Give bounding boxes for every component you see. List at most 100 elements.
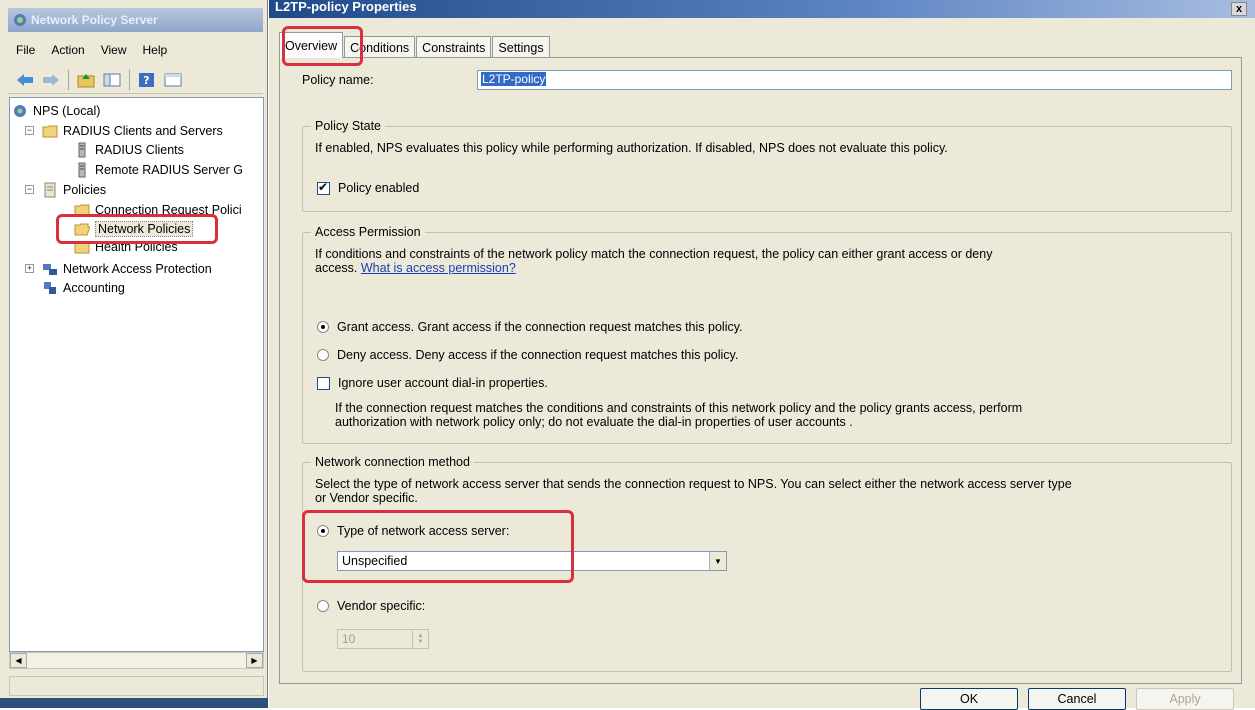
- grant-access-label: Grant access. Grant access if the connec…: [337, 320, 743, 334]
- overview-panel: Policy name: L2TP-policy Policy State If…: [279, 57, 1242, 684]
- menu-help[interactable]: Help: [135, 43, 176, 57]
- accounting-icon: [44, 282, 56, 294]
- deny-access-radio[interactable]: [317, 349, 329, 361]
- spinner-arrows-icon[interactable]: ▲ ▼: [412, 630, 428, 648]
- mmc-title-text: Network Policy Server: [31, 13, 158, 27]
- policy-name-value: L2TP-policy: [481, 72, 547, 86]
- status-bar: [9, 676, 264, 696]
- tree-item-connection-request-policies[interactable]: Connection Request Polici: [74, 201, 242, 219]
- what-is-access-permission-link[interactable]: What is access permission?: [361, 261, 516, 275]
- ignore-dialin-description-1: If the connection request matches the co…: [335, 401, 1023, 415]
- ignore-dialin-label: Ignore user account dial-in properties.: [338, 376, 548, 390]
- policy-name-input[interactable]: L2TP-policy: [477, 70, 1232, 90]
- ok-button[interactable]: OK: [920, 688, 1018, 710]
- nas-type-dropdown[interactable]: Unspecified ▼: [337, 551, 727, 571]
- tree-item-remote-radius-server-groups[interactable]: Remote RADIUS Server G: [74, 161, 243, 179]
- cancel-button[interactable]: Cancel: [1028, 688, 1126, 710]
- tree-item-accounting[interactable]: Accounting: [42, 279, 125, 297]
- toolbar-separator: [129, 69, 130, 90]
- network-connection-method-group: Network connection method Select the typ…: [302, 455, 1232, 672]
- server-icon: [78, 162, 86, 178]
- vendor-specific-radio[interactable]: [317, 600, 329, 612]
- tab-overview[interactable]: Overview: [279, 32, 344, 58]
- properties-icon[interactable]: [162, 69, 184, 91]
- access-word: access.: [315, 261, 358, 275]
- grant-access-radio[interactable]: [317, 321, 329, 333]
- tab-settings[interactable]: Settings: [492, 36, 550, 58]
- svg-text:?: ?: [143, 74, 149, 87]
- tree-item-nps-local[interactable]: NPS (Local): [12, 102, 100, 120]
- menu-bar: File Action View Help: [8, 38, 263, 62]
- type-of-nas-label: Type of network access server:: [337, 524, 510, 538]
- tree-item-health-policies[interactable]: Health Policies: [74, 238, 178, 256]
- toolbar: ?: [8, 66, 263, 94]
- deny-access-option[interactable]: Deny access. Deny access if the connecti…: [317, 348, 738, 362]
- console-tree: NPS (Local) − RADIUS Clients and Servers…: [9, 97, 264, 652]
- access-permission-group: Access Permission If conditions and cons…: [302, 225, 1232, 444]
- forward-icon[interactable]: [40, 69, 62, 91]
- tab-conditions[interactable]: Conditions: [344, 36, 416, 58]
- ignore-dialin-option[interactable]: Ignore user account dial-in properties.: [317, 376, 548, 390]
- vendor-specific-option[interactable]: Vendor specific:: [317, 599, 425, 613]
- policies-icon: [44, 182, 56, 198]
- policy-state-group: Policy State If enabled, NPS evaluates t…: [302, 119, 1232, 212]
- menu-view[interactable]: View: [93, 43, 135, 57]
- nas-type-value: Unspecified: [342, 554, 408, 568]
- dialog-title-text: L2TP-policy Properties: [275, 0, 417, 14]
- vendor-specific-spinner[interactable]: 10 ▲ ▼: [337, 629, 429, 649]
- back-icon[interactable]: [14, 69, 36, 91]
- chevron-down-icon[interactable]: ▼: [709, 552, 726, 570]
- toolbar-separator: [68, 69, 69, 90]
- mmc-window: Network Policy Server File Action View H…: [0, 0, 268, 708]
- tree-item-policies[interactable]: Policies: [42, 181, 106, 199]
- open-folder-icon: [74, 223, 90, 236]
- mmc-title-bar: Network Policy Server: [8, 8, 263, 32]
- connection-method-description-2: or Vendor specific.: [315, 491, 418, 505]
- access-permission-description-1: If conditions and constraints of the net…: [315, 247, 993, 261]
- horizontal-scrollbar[interactable]: ◀ ▶: [9, 652, 264, 669]
- dialog-title-bar: L2TP-policy Properties: [269, 0, 1255, 18]
- policy-name-label: Policy name:: [302, 73, 374, 87]
- scroll-left-icon[interactable]: ◀: [10, 653, 27, 668]
- tree-expander-nap[interactable]: +: [25, 264, 34, 273]
- policy-state-legend: Policy State: [311, 119, 386, 133]
- tab-strip: Overview Conditions Constraints Settings: [279, 32, 551, 58]
- tree-item-radius-clients[interactable]: RADIUS Clients: [74, 141, 184, 159]
- tree-label: Remote RADIUS Server G: [95, 163, 243, 177]
- help-icon[interactable]: ?: [136, 69, 158, 91]
- tree-label: Network Policies: [95, 221, 194, 237]
- type-of-nas-radio[interactable]: [317, 525, 329, 537]
- menu-action[interactable]: Action: [43, 43, 92, 57]
- scroll-right-icon[interactable]: ▶: [246, 653, 263, 668]
- taskbar-strip: [0, 698, 268, 708]
- menu-file[interactable]: File: [8, 43, 43, 57]
- folder-icon: [74, 241, 90, 254]
- tree-label: Policies: [63, 183, 107, 197]
- up-folder-icon[interactable]: [75, 69, 97, 91]
- tree-label: RADIUS Clients and Servers: [63, 124, 223, 138]
- ignore-dialin-checkbox[interactable]: [317, 376, 330, 390]
- policy-enabled-checkbox[interactable]: [317, 180, 330, 195]
- grant-access-option[interactable]: Grant access. Grant access if the connec…: [317, 320, 743, 334]
- nps-server-icon: [14, 105, 26, 117]
- tree-item-network-access-protection[interactable]: Network Access Protection: [42, 260, 212, 278]
- connection-method-legend: Network connection method: [311, 455, 474, 469]
- apply-button[interactable]: Apply: [1136, 688, 1234, 710]
- close-icon[interactable]: x: [1231, 2, 1247, 16]
- show-hide-tree-icon[interactable]: [101, 69, 123, 91]
- tree-expander-policies[interactable]: −: [25, 185, 34, 194]
- type-of-nas-option[interactable]: Type of network access server:: [317, 524, 509, 538]
- tree-expander-radius[interactable]: −: [25, 126, 34, 135]
- network-access-protection-icon: [43, 264, 57, 275]
- nps-app-icon: [14, 14, 26, 26]
- tree-item-radius-clients-servers[interactable]: RADIUS Clients and Servers: [42, 122, 223, 140]
- tab-constraints[interactable]: Constraints: [416, 36, 492, 58]
- vendor-specific-value: 10: [342, 632, 356, 646]
- policy-state-description: If enabled, NPS evaluates this policy wh…: [315, 141, 948, 155]
- tree-label: RADIUS Clients: [95, 143, 184, 157]
- tree-item-network-policies[interactable]: Network Policies: [74, 220, 194, 238]
- tree-label: Network Access Protection: [63, 262, 212, 276]
- policy-enabled-option[interactable]: Policy enabled: [317, 180, 419, 195]
- server-icon: [78, 142, 86, 158]
- deny-access-label: Deny access. Deny access if the connecti…: [337, 348, 739, 362]
